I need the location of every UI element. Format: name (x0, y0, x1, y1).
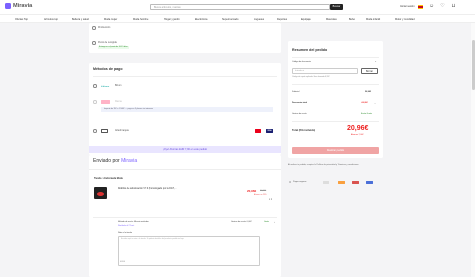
shipping-cost: Gastos de envío: 0,00€ (231, 221, 252, 223)
shipping-title-brand: Miravia (121, 158, 138, 164)
nav-item[interactable]: Mascotas (326, 18, 337, 21)
nav-item[interactable]: Equipaje (301, 18, 311, 21)
secure-payments-label: Pagos seguros (293, 181, 307, 183)
secure-logo-icon (352, 181, 359, 184)
nav-item[interactable]: Artículos top (44, 18, 58, 21)
payment-method-label: Klarna (115, 100, 122, 103)
user-icon[interactable]: ☺ (429, 4, 434, 9)
shipping-label: Gastos de envío (292, 113, 307, 115)
shipping-free-tag: Gratis (264, 221, 270, 223)
coupon-clear-button[interactable]: Borrar (361, 68, 378, 74)
scrollbar-thumb[interactable] (471, 40, 475, 90)
order-summary-card: Resumen del pedido Código de descuento ^… (288, 41, 383, 158)
klarna-radio[interactable] (93, 100, 97, 104)
address-radio[interactable] (92, 26, 96, 30)
nav-item[interactable]: Juguetes (254, 18, 264, 21)
store-note-textarea[interactable]: Escribe aquí tu nota a la tienda. Si pid… (118, 236, 260, 266)
miravia-logo[interactable]: Miravia (13, 3, 32, 9)
total-saving: Ahorras 7,00€ (351, 133, 364, 136)
summary-title: Resumen del pedido (292, 48, 328, 52)
heart-icon[interactable]: ♡ (440, 4, 445, 9)
category-nav: Ofertas Top Artículos top Belleza y salu… (0, 14, 475, 23)
klarna-icon (101, 100, 110, 104)
payment-method-label[interactable]: Añadir tarjeta (115, 130, 129, 132)
secure-logo-icon (323, 181, 329, 184)
secure-logo-icon (366, 181, 373, 184)
divider (93, 76, 277, 77)
delivery-date: Recíbelo el 27-oct (118, 225, 135, 227)
address-option-label[interactable]: Mi dirección (98, 27, 110, 29)
nav-item[interactable]: Moda hombre (133, 18, 148, 21)
mastercard-logo-icon (255, 129, 261, 133)
credit-card-icon (101, 129, 108, 133)
chevron-right-icon[interactable]: › (274, 221, 275, 224)
nav-item[interactable]: Moda infantil (366, 18, 380, 21)
product-image-detail (97, 192, 104, 196)
nav-item[interactable]: Supermercado (222, 18, 238, 21)
note-label: Nota a la tienda (118, 232, 133, 234)
coupon-input[interactable]: Introducir (292, 68, 358, 74)
search-input[interactable]: Busca artículos, marcas (150, 3, 330, 10)
search-button[interactable]: Buscar (330, 3, 343, 10)
shipping-method: Método de envío: Miravia estándar (118, 221, 149, 223)
product-price: 20,96€ (247, 189, 257, 193)
pickup-radio[interactable] (92, 41, 96, 45)
coupon-label: Código de descuento (292, 61, 311, 63)
place-order-button[interactable]: Realizar pedido (292, 147, 379, 154)
nav-item[interactable]: Belleza y salud (72, 18, 89, 21)
shipping-card: Enviado por Miravia Tienda : Andromeda M… (89, 155, 281, 277)
nav-item[interactable]: Motor y movilidad (395, 18, 415, 21)
savings-banner: ¡Oye! Ahorras EUR 7,90 en este pedido (89, 146, 281, 153)
discount-note: Ahorra un 25% (254, 194, 267, 196)
product-qty[interactable]: x 1 (269, 199, 272, 201)
top-header: Miravia Busca artículos, marcas Buscar I… (0, 0, 475, 14)
nav-item[interactable]: Moda mujer (104, 18, 117, 21)
divider (89, 169, 281, 170)
product-old-price: 27,87€ (260, 189, 267, 192)
payment-card: Métodos de pago ≋bizum Bizum Klarna Impo… (89, 63, 281, 155)
nav-item[interactable]: Deportes (277, 18, 287, 21)
secure-logo-icon (338, 181, 345, 184)
divider (292, 57, 379, 58)
bizum-icon: ≋bizum (101, 85, 110, 88)
subtotal-value: 26,96€ (365, 91, 372, 93)
divider (93, 217, 277, 218)
shipping-title: Enviado por Miravia (93, 158, 137, 164)
discount-value: -06,00€ (361, 102, 368, 104)
nav-item[interactable]: Bebé (349, 18, 355, 21)
login-link[interactable]: Iniciar sesión (400, 5, 415, 8)
divider (292, 84, 379, 85)
divider (292, 121, 379, 122)
shipping-value: Envío Gratis (361, 113, 373, 115)
store-name[interactable]: Tienda : Andromeda Moda (94, 178, 123, 180)
payment-title: Métodos de pago (93, 67, 123, 71)
chevron-up-icon[interactable]: ^ (375, 61, 376, 64)
coupon-note: Código de cupón aplicado. Has ahorrado 6… (292, 76, 330, 78)
chevron-down-icon[interactable]: ⌄ (374, 102, 376, 105)
klarna-note: Importe de 35€ a 1.500€ — paga en 3 plaz… (101, 107, 273, 112)
discount-label: Descuento total (292, 102, 308, 104)
total-price: 20,96€ (347, 125, 369, 132)
bizum-radio[interactable] (93, 84, 97, 88)
visa-logo-icon: VISA (266, 129, 273, 133)
legal-text[interactable]: Al realizar tu pedido, aceptas la Políti… (288, 164, 383, 167)
miravia-logo-icon[interactable] (5, 3, 11, 9)
total-label: Total (IVA incluido) (292, 129, 316, 132)
nav-item[interactable]: Hogar y jardín (164, 18, 180, 21)
cart-icon[interactable]: ⊔ (451, 4, 456, 9)
subtotal-label: Subtotal (292, 91, 300, 93)
card-radio[interactable] (93, 129, 97, 133)
address-card: Mi dirección Punto de recogida Entrega e… (89, 23, 281, 53)
pickup-badge: Entrega en el punto de 10-15 días (98, 45, 129, 49)
flag-es-icon[interactable] (418, 4, 423, 9)
pickup-option-label[interactable]: Punto de recogida (98, 42, 117, 44)
nav-item[interactable]: Ofertas Top (15, 18, 28, 21)
lock-icon: ⊡ (289, 181, 292, 184)
payment-method-label[interactable]: Bizum (115, 85, 121, 87)
note-counter: 0/200 (120, 261, 126, 263)
nav-item[interactable]: Electrónica (195, 18, 207, 21)
shipping-title-prefix: Enviado por (93, 158, 120, 164)
product-name[interactable]: Rodillos de safonicación V7.0 (homologad… (118, 188, 176, 190)
